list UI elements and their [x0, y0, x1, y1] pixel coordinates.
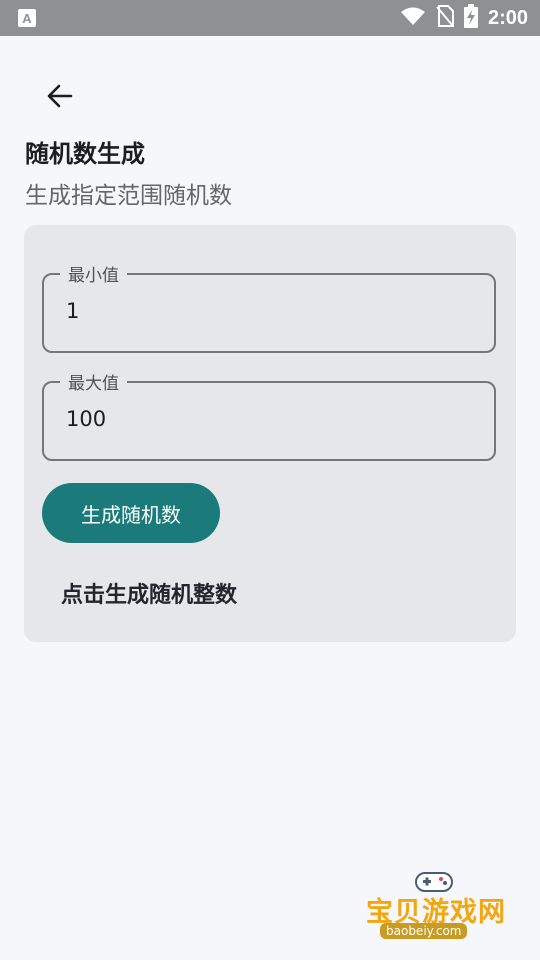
max-value-field[interactable]: 最大值 100	[42, 369, 496, 461]
generator-card: 最小值 1 最大值 100 生成随机数 点击生成随机整数	[24, 225, 516, 642]
status-bar: A 2:00	[0, 0, 540, 36]
no-sim-icon	[436, 5, 454, 31]
page-title: 随机数生成	[25, 140, 145, 168]
svg-text:A: A	[22, 11, 32, 26]
back-button[interactable]	[40, 78, 80, 114]
app-notification-icon: A	[18, 9, 36, 27]
status-time: 2:00	[487, 6, 528, 29]
min-value-field[interactable]: 最小值 1	[42, 261, 496, 353]
battery-charging-icon	[463, 4, 478, 32]
result-text: 点击生成随机整数	[61, 583, 238, 608]
min-value-label: 最小值	[60, 261, 127, 286]
max-value-label: 最大值	[60, 369, 127, 394]
page-subtitle: 生成指定范围随机数	[25, 183, 232, 209]
max-value-input[interactable]: 100	[66, 407, 106, 431]
wifi-icon	[400, 6, 426, 30]
generate-button[interactable]: 生成随机数	[42, 483, 220, 543]
watermark-url: baobeiy.com	[380, 923, 468, 939]
watermark-logo: 宝贝游戏网 baobeiy.com	[362, 868, 512, 954]
arrow-left-icon	[47, 84, 73, 108]
min-value-input[interactable]: 1	[66, 299, 79, 323]
